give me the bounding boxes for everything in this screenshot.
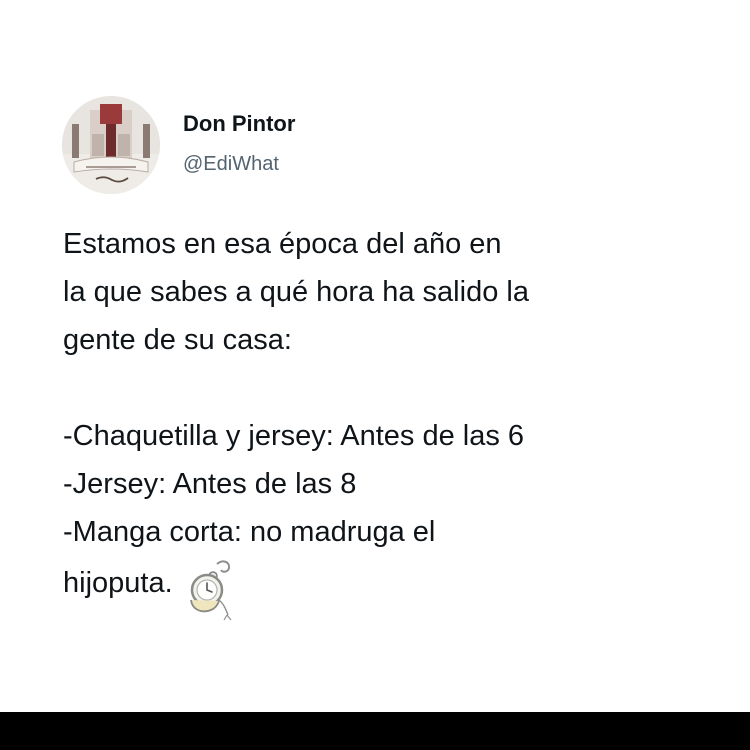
tweet-text-line: la que sabes a qué hora ha salido la bbox=[63, 276, 529, 308]
tweet-text-line: -Jersey: Antes de las 8 bbox=[63, 468, 357, 500]
tweet-text-line: gente de su casa: bbox=[63, 324, 292, 356]
tweet-text-line: -Manga corta: no madruga el bbox=[63, 516, 436, 548]
tweet-text-line: hijoputa. bbox=[63, 567, 173, 599]
tweet-text-line: Estamos en esa época del año en bbox=[63, 228, 502, 260]
meme-screenshot: Don Pintor @EdiWhat Estamos en esa época… bbox=[0, 0, 750, 750]
pocket-watch-icon bbox=[183, 556, 241, 622]
avatar-image bbox=[62, 96, 160, 194]
tweet-card: Don Pintor @EdiWhat Estamos en esa época… bbox=[0, 0, 750, 712]
bottom-black-bar bbox=[0, 712, 750, 750]
tweet-text-line-last: hijoputa. bbox=[63, 556, 733, 622]
tweet-text: Estamos en esa época del año en la que s… bbox=[63, 220, 733, 622]
author-handle[interactable]: @EdiWhat bbox=[183, 152, 295, 176]
tweet-text-line: -Chaquetilla y jersey: Antes de las 6 bbox=[63, 420, 525, 452]
avatar[interactable] bbox=[62, 96, 160, 194]
author-display-name[interactable]: Don Pintor bbox=[183, 110, 295, 138]
tweet-author: Don Pintor @EdiWhat bbox=[183, 110, 295, 176]
